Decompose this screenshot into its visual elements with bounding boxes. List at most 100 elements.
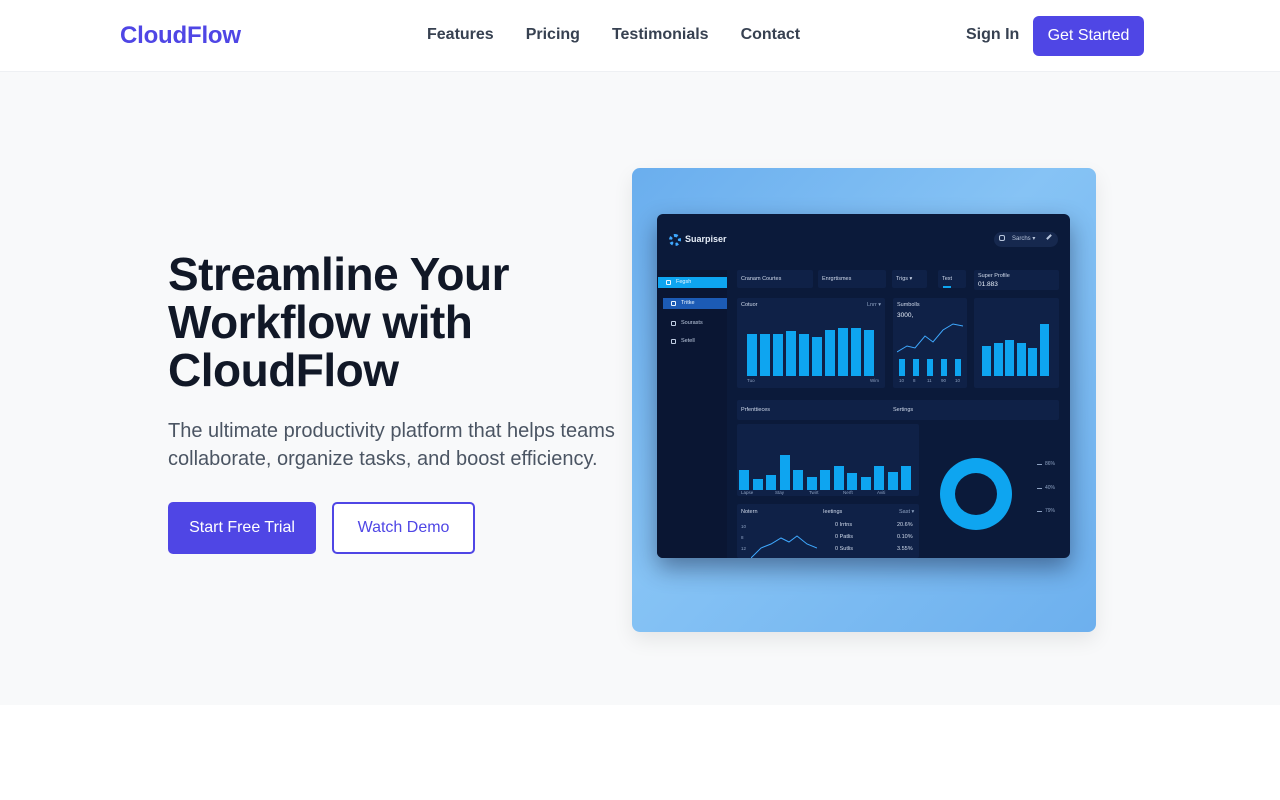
donut-chart bbox=[940, 458, 1012, 530]
chart-bar bbox=[860, 477, 871, 490]
axis-label: Twirt bbox=[809, 490, 819, 495]
panel-value: 3000, bbox=[897, 312, 914, 319]
chart-bar bbox=[941, 359, 947, 376]
chart-bar bbox=[1016, 343, 1026, 376]
axis-label: Aviti bbox=[877, 490, 886, 495]
chart-bar bbox=[825, 330, 835, 376]
chart-bar bbox=[887, 472, 898, 490]
dashboard-tab: Cranam Courtes bbox=[737, 270, 813, 288]
chart-bar bbox=[874, 466, 884, 490]
get-started-button[interactable]: Get Started bbox=[1033, 16, 1144, 56]
table-title: Notern bbox=[741, 509, 758, 515]
table-cell: 3.55% bbox=[897, 546, 913, 552]
tab-label: Cranam Courtes bbox=[741, 276, 782, 282]
chart-bar bbox=[1039, 324, 1049, 376]
dashboard-logo-icon bbox=[669, 234, 681, 246]
chart-bar bbox=[812, 337, 822, 376]
legend-marker bbox=[1037, 488, 1042, 489]
chart-bar bbox=[901, 466, 911, 490]
nav-links: Features Pricing Testimonials Contact bbox=[427, 26, 800, 44]
sidebar-item-label: Setell bbox=[681, 338, 695, 344]
profile-stat: Super Profile 01.883 bbox=[974, 270, 1059, 290]
chart-bar bbox=[847, 473, 857, 490]
table-cell: 20.6% bbox=[897, 522, 913, 528]
dashboard-mockup: Suarpiser Sarchs ▾ Fegsh Tritke Sourasts… bbox=[657, 214, 1070, 558]
nav-link-testimonials[interactable]: Testimonials bbox=[612, 26, 709, 44]
section-title: Prfenttieces bbox=[741, 407, 771, 413]
clock-icon bbox=[671, 321, 676, 326]
dashboard-brand: Suarpiser bbox=[685, 234, 727, 244]
chart-bar bbox=[1005, 340, 1014, 376]
axis-label: 12 bbox=[741, 546, 747, 551]
nav-link-features[interactable]: Features bbox=[427, 26, 494, 44]
axis-label: 8 bbox=[913, 378, 916, 383]
sparkline bbox=[897, 323, 963, 353]
watch-demo-button[interactable]: Watch Demo bbox=[332, 502, 475, 554]
axis-label: 10 bbox=[741, 524, 747, 529]
axis-label: 8 bbox=[741, 535, 744, 540]
axis-label: Wim bbox=[870, 378, 879, 383]
axis-label: Stay bbox=[775, 490, 785, 495]
chart-bar bbox=[864, 330, 874, 376]
dashboard-sidebar-item: Fegsh bbox=[658, 277, 727, 288]
nav-link-contact[interactable]: Contact bbox=[741, 26, 801, 44]
start-free-trial-button[interactable]: Start Free Trial bbox=[168, 502, 316, 554]
section-title: Sertings bbox=[893, 407, 914, 413]
chart-bar bbox=[1028, 348, 1037, 376]
dashboard-sidebar-item: Sourasts bbox=[663, 318, 727, 329]
hero-title: Streamline Your Workflow with CloudFlow bbox=[168, 248, 510, 396]
profile-stat-label: Super Profile bbox=[978, 273, 1010, 279]
table-cell: 0.10% bbox=[897, 534, 913, 540]
legend-value: 86% bbox=[1045, 461, 1056, 467]
chart-bar bbox=[752, 479, 763, 490]
line-chart bbox=[897, 323, 963, 353]
home-icon bbox=[666, 280, 671, 285]
grid-icon bbox=[671, 301, 676, 306]
edit-icon bbox=[1046, 234, 1052, 240]
table-cell: 0 Sutlis bbox=[835, 546, 854, 552]
hero-subtitle: The ultimate productivity platform that … bbox=[168, 420, 615, 470]
chart-panel-cotuor: Cotuor Lnrr ▾ Tuo Wim bbox=[737, 298, 885, 388]
chart-panel-sumbolls: Sumbolls 3000, 10 8 11 90 10 bbox=[893, 298, 967, 388]
chart-bar bbox=[838, 328, 848, 376]
table-panel: Notern Ieetings Sast ▾ 10 8 12 0 Irrtns … bbox=[737, 504, 919, 558]
panel-range: Lnrr ▾ bbox=[867, 302, 882, 308]
section-header: Prfenttieces Sertings bbox=[737, 400, 1059, 420]
chart-bar bbox=[851, 328, 861, 376]
legend-marker bbox=[1037, 511, 1042, 512]
axis-label: 10 bbox=[955, 378, 961, 383]
user-icon bbox=[671, 339, 676, 344]
table-filter: Sast ▾ bbox=[899, 509, 915, 515]
chart-bar bbox=[779, 455, 790, 490]
table-cell: 0 Patlis bbox=[835, 534, 854, 540]
chart-bar bbox=[773, 334, 783, 376]
chart-bar bbox=[927, 359, 933, 376]
chart-bar bbox=[806, 477, 817, 490]
chart-bar bbox=[793, 470, 803, 490]
sign-in-link[interactable]: Sign In bbox=[966, 26, 1019, 44]
chart-panel-profile bbox=[974, 298, 1059, 388]
tab-label: Text bbox=[942, 276, 953, 282]
chart-bar bbox=[739, 470, 749, 490]
dashboard-illustration: Suarpiser Sarchs ▾ Fegsh Tritke Sourasts… bbox=[632, 168, 1096, 632]
axis-label: 11 bbox=[927, 378, 932, 383]
panel-title: Sumbolls bbox=[897, 302, 920, 308]
brand-logo[interactable]: CloudFlow bbox=[120, 22, 241, 50]
sidebar-item-label: Sourasts bbox=[681, 320, 703, 326]
tab-label: Trigs ▾ bbox=[896, 276, 913, 282]
tab-underline bbox=[943, 286, 951, 288]
axis-label: 10 bbox=[899, 378, 905, 383]
chart-bar bbox=[899, 359, 905, 376]
line-chart bbox=[751, 535, 817, 558]
chart-bar bbox=[993, 343, 1003, 376]
chart-panel-prfenttieces: Lapse Stay Twirt Nerft Aviti bbox=[737, 424, 919, 496]
nav-link-pricing[interactable]: Pricing bbox=[526, 26, 580, 44]
tab-label: Enrgrtismes bbox=[822, 276, 852, 282]
axis-label: Tuo bbox=[747, 378, 755, 383]
axis-label: 90 bbox=[941, 378, 947, 383]
legend-value: 40% bbox=[1045, 485, 1056, 491]
legend-value: 79% bbox=[1045, 508, 1056, 514]
chart-bar bbox=[786, 331, 796, 376]
table-column: Ieetings bbox=[823, 509, 843, 515]
next-section bbox=[0, 705, 1280, 800]
